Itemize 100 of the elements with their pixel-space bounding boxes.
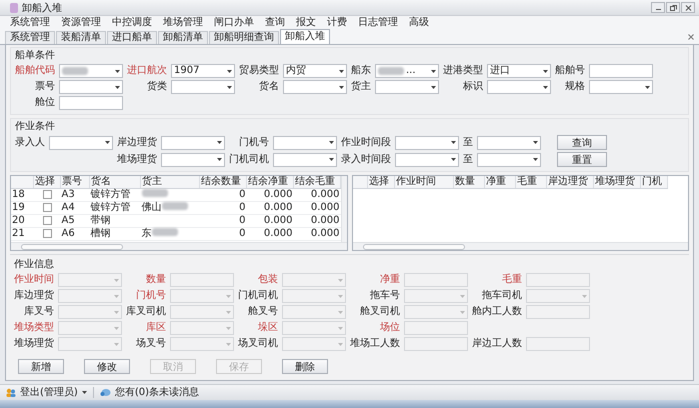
combo-box[interactable] — [477, 152, 541, 166]
message-notice[interactable]: 您有(0)条未读消息 — [114, 386, 199, 398]
scrollbar[interactable] — [353, 242, 688, 250]
tab[interactable]: 进口船单 — [107, 31, 157, 44]
table-cell: 0.000 — [246, 228, 294, 240]
field-label: 净重 — [380, 274, 400, 286]
dropdown-caret-icon — [451, 158, 456, 161]
combo-box[interactable] — [375, 80, 439, 94]
field-label: 船舶代码 — [15, 65, 55, 77]
dropdown-caret-icon — [226, 326, 231, 330]
combo-box[interactable] — [487, 80, 551, 94]
close-icon[interactable] — [688, 34, 694, 40]
menu-item[interactable]: 堆场管理 — [163, 16, 203, 28]
combo-box[interactable] — [273, 152, 337, 166]
dropdown-caret-icon — [431, 70, 436, 72]
field-label: 数量 — [146, 274, 166, 286]
group-title: 作业信息 — [14, 259, 55, 271]
input-field[interactable] — [589, 64, 653, 78]
combo-box[interactable] — [477, 136, 541, 150]
combo-box[interactable]: 内贸 — [283, 64, 347, 78]
menu-item[interactable]: 报文 — [296, 16, 316, 28]
tab[interactable]: 装船清单 — [56, 31, 106, 44]
input-field[interactable] — [59, 96, 123, 110]
scrollbar[interactable] — [341, 176, 347, 242]
table-cell: A5 — [60, 214, 90, 228]
button[interactable]: 重置 — [557, 152, 607, 167]
combo-box[interactable] — [273, 136, 337, 150]
menu-item[interactable]: 中控调度 — [112, 16, 152, 28]
field-label: 库边理货 — [14, 290, 54, 302]
dropdown-caret-icon — [226, 310, 231, 314]
tab[interactable]: 卸船明细查询 — [209, 31, 279, 44]
table-cell: 0 — [200, 188, 246, 202]
combo-box[interactable]: ... — [375, 64, 439, 78]
field-label: 岸边理货 — [117, 136, 157, 148]
field-label: 堆场理货 — [117, 154, 157, 166]
checkbox[interactable] — [42, 228, 52, 238]
combo-box[interactable] — [395, 152, 459, 166]
field-label: 拖车司机 — [482, 290, 522, 302]
dropdown-caret-icon — [105, 141, 110, 144]
tab[interactable]: 系统管理 — [5, 31, 55, 44]
combo-box[interactable] — [161, 152, 225, 166]
scrollbar[interactable] — [11, 242, 347, 250]
field-label: 库区 — [146, 322, 166, 334]
dropdown-caret-icon — [114, 294, 119, 298]
combo-box[interactable] — [283, 80, 347, 94]
combo-box[interactable]: 进口 — [487, 64, 551, 78]
close-icon — [684, 4, 692, 10]
dropdown-caret-icon — [226, 342, 231, 346]
combo-box[interactable] — [395, 136, 459, 150]
table-cell: A4 — [60, 202, 90, 214]
dropdown-caret-icon — [431, 86, 436, 88]
combo-box[interactable] — [171, 80, 235, 94]
tab[interactable]: 卸船入堆 — [280, 29, 330, 44]
field-label: 门机司机 — [229, 154, 269, 166]
menu-item[interactable]: 计费 — [327, 16, 347, 28]
checkbox[interactable] — [42, 216, 52, 225]
button[interactable]: 查询 — [557, 135, 607, 150]
menu-item[interactable]: 资源管理 — [61, 16, 101, 28]
row-number: 20 — [11, 214, 34, 228]
combo-box[interactable] — [59, 80, 123, 94]
combo-box[interactable]: 1907 — [171, 64, 235, 78]
field-label: 作业时间段 — [341, 136, 391, 148]
field-label: 拖车号 — [370, 290, 400, 302]
table-cell: 0.000 — [246, 188, 294, 202]
dropdown-caret-icon — [115, 86, 120, 88]
table-cell: 佛山 — [142, 202, 162, 213]
users-icon — [6, 388, 16, 397]
menu-item[interactable]: 高级 — [409, 16, 429, 28]
dropdown-caret-icon — [460, 310, 465, 314]
menu-item[interactable]: 日志管理 — [358, 16, 398, 28]
dropdown-caret-icon — [217, 158, 222, 161]
dropdown-caret-icon — [82, 391, 87, 394]
menu-item[interactable]: 查询 — [265, 16, 285, 28]
table-cell: 0 — [200, 228, 246, 240]
combo-box[interactable] — [59, 64, 123, 78]
close-button[interactable] — [681, 2, 695, 13]
combo-box[interactable] — [49, 136, 113, 150]
minimize-button[interactable] — [651, 2, 665, 13]
menu-item[interactable]: 系统管理 — [10, 16, 50, 28]
combo-box[interactable] — [589, 80, 653, 94]
column-header: 货名 — [90, 176, 140, 188]
column-header: 结余数量 — [200, 176, 246, 188]
table-row[interactable]: 20 A5 带钢 0 0.000 0.000 — [11, 214, 340, 228]
field-label: 库叉号 — [24, 306, 54, 318]
tab[interactable]: 卸船清单 — [158, 31, 208, 44]
dropdown-caret-icon — [227, 70, 232, 72]
logout-button[interactable]: 登出(管理员) — [20, 386, 78, 398]
checkbox[interactable] — [42, 202, 52, 212]
checkbox[interactable] — [42, 190, 52, 199]
field-label: 堆场工人数 — [350, 338, 400, 350]
column-header: 岸边理货 — [546, 176, 594, 188]
row-number: 19 — [11, 202, 34, 214]
table-cell: A3 — [60, 188, 90, 202]
restore-button[interactable] — [666, 2, 680, 13]
field-label: 包装 — [258, 274, 278, 286]
button[interactable]: 新增 — [18, 359, 64, 374]
button[interactable]: 修改 — [84, 359, 130, 374]
combo-box[interactable] — [161, 136, 225, 150]
menu-item[interactable]: 闸口办单 — [214, 16, 254, 28]
button[interactable]: 删除 — [282, 359, 328, 374]
